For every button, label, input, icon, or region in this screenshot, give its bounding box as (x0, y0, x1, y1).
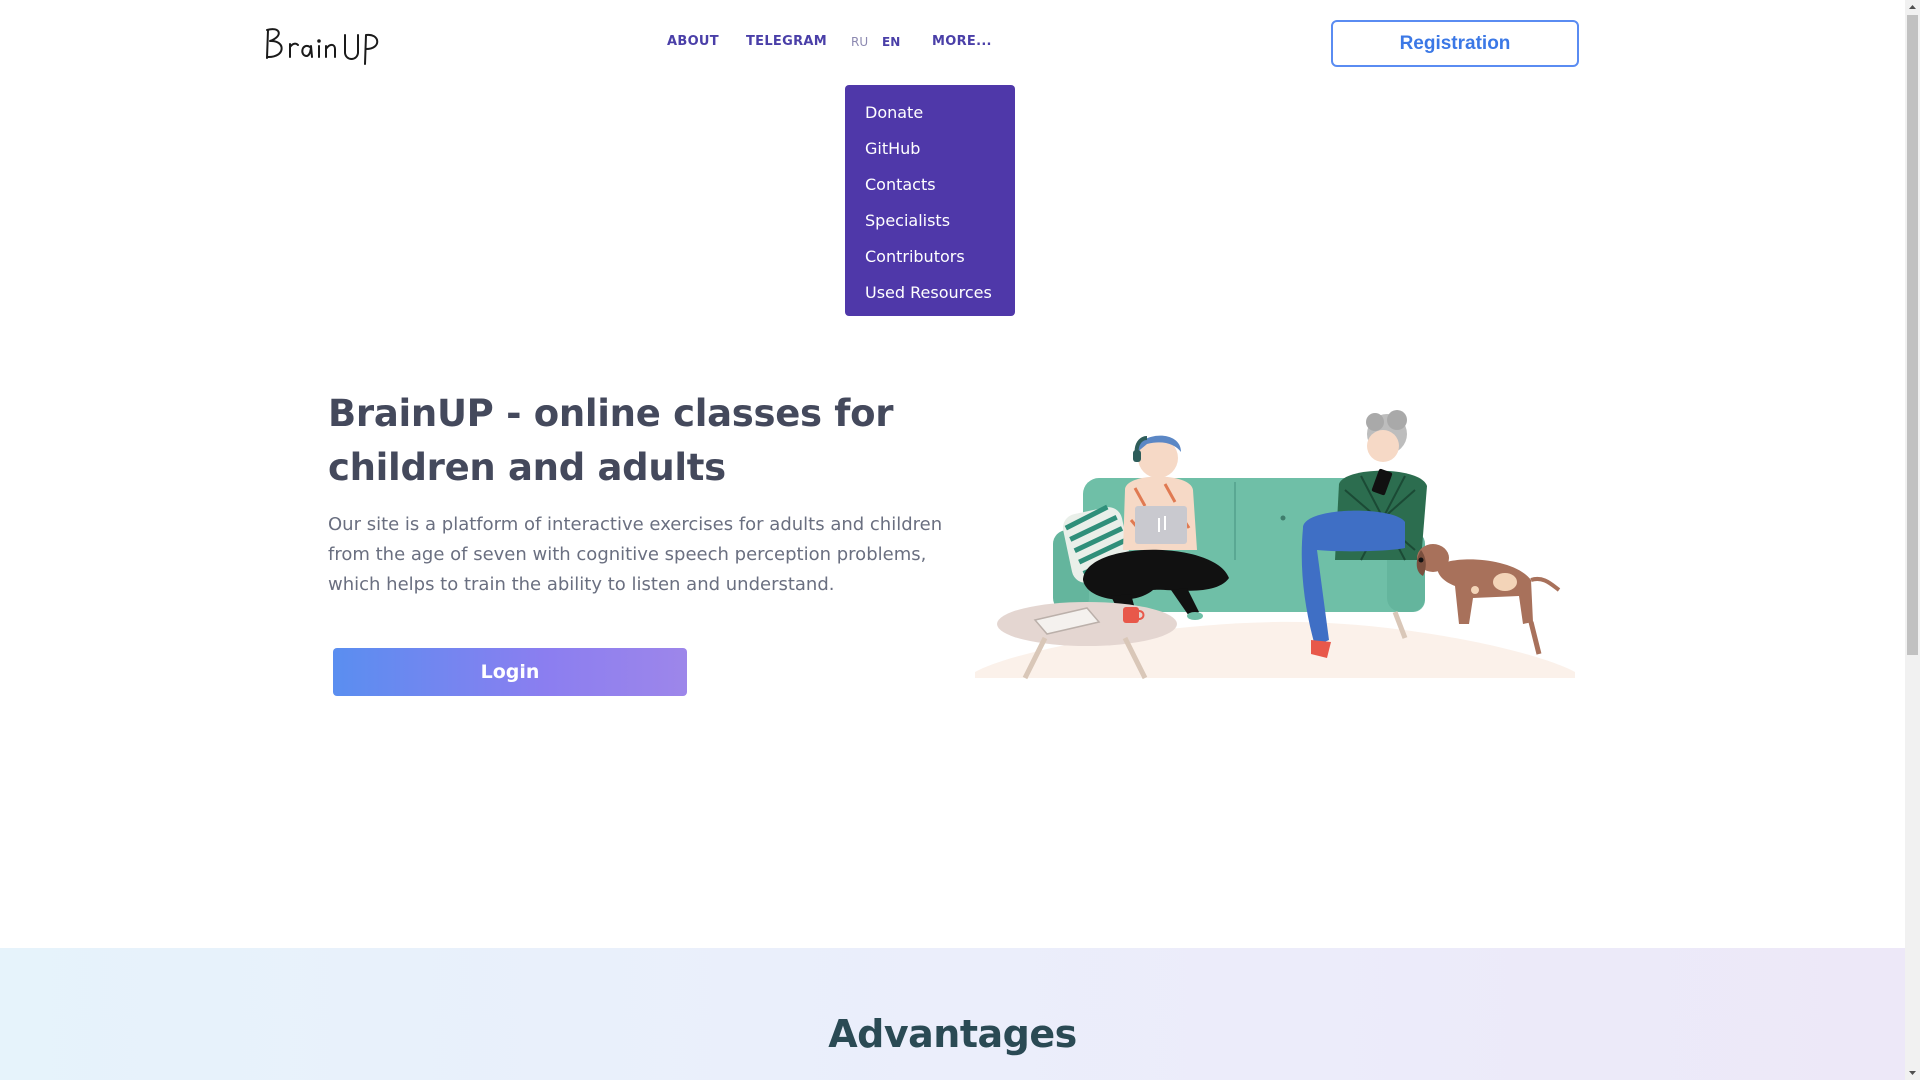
grandma-with-phone (1301, 410, 1427, 658)
red-mug (1123, 607, 1139, 623)
menu-item-used-resources[interactable]: Used Resources (845, 275, 1015, 311)
menu-item-specialists[interactable]: Specialists (845, 203, 1015, 239)
laptop (1135, 506, 1187, 544)
hero-description: Our site is a platform of interactive ex… (328, 514, 943, 595)
menu-item-donate[interactable]: Donate (845, 95, 1015, 131)
hero-title: BrainUP - online classes for children an… (328, 392, 894, 489)
nav-telegram-link[interactable]: TELEGRAM (746, 34, 827, 49)
dog (1416, 544, 1561, 624)
page: ABOUT TELEGRAM RU EN MORE... Registratio… (0, 0, 1905, 1080)
scroll-down-arrow-icon[interactable] (1905, 1065, 1920, 1080)
menu-item-contacts[interactable]: Contacts (845, 167, 1015, 203)
nav-more-link[interactable]: MORE... (932, 34, 992, 49)
login-button[interactable]: Login (333, 648, 687, 696)
menu-item-contributors[interactable]: Contributors (845, 239, 1015, 275)
page-scrollbar[interactable] (1905, 0, 1920, 1080)
family-on-sofa-illustration (975, 410, 1575, 680)
menu-item-github[interactable]: GitHub (845, 131, 1015, 167)
brainup-logo[interactable] (262, 22, 392, 66)
advantages-title: Advantages (828, 1012, 1077, 1056)
registration-button[interactable]: Registration (1331, 20, 1579, 67)
more-dropdown-menu: Donate GitHub Contacts Specialists Contr… (845, 85, 1015, 316)
scroll-up-arrow-icon[interactable] (1905, 0, 1920, 15)
lang-ru-link[interactable]: RU (851, 35, 868, 49)
lang-en-link[interactable]: EN (882, 35, 900, 49)
scrollbar-thumb[interactable] (1907, 15, 1918, 655)
nav-about-link[interactable]: ABOUT (667, 34, 719, 49)
